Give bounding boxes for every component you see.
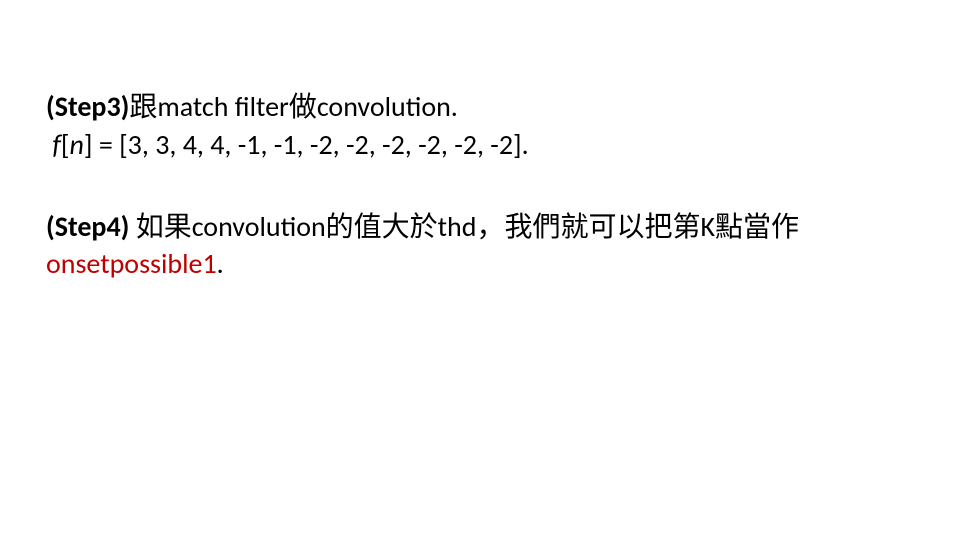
step4-text-before: 如果convolution的值大於thd，我們就可以把第K點當作: [129, 209, 799, 244]
fn-n: n: [69, 127, 83, 162]
fn-values: [3, 3, 4, 4, -1, -1, -2, -2, -2, -2, -2,…: [119, 127, 529, 162]
step4-block: (Step4) 如果convolution的值大於thd，我們就可以把第K點當作…: [46, 208, 914, 284]
fn-f: f: [52, 127, 61, 162]
step4-period: .: [217, 246, 224, 281]
step3-line2: f[n] = [3, 3, 4, 4, -1, -1, -2, -2, -2, …: [46, 126, 914, 164]
step3-text: 跟match filter做convolution.: [129, 89, 458, 124]
step4-label: (Step4): [46, 209, 129, 244]
step4-red: onsetpossible1: [46, 246, 217, 281]
fn-equals: =: [92, 127, 119, 162]
step3-label: (Step3): [46, 89, 129, 124]
slide: (Step3)跟match filter做convolution. f[n] =…: [0, 0, 960, 540]
gap: [46, 164, 914, 208]
step3-line1: (Step3)跟match filter做convolution.: [46, 88, 914, 126]
